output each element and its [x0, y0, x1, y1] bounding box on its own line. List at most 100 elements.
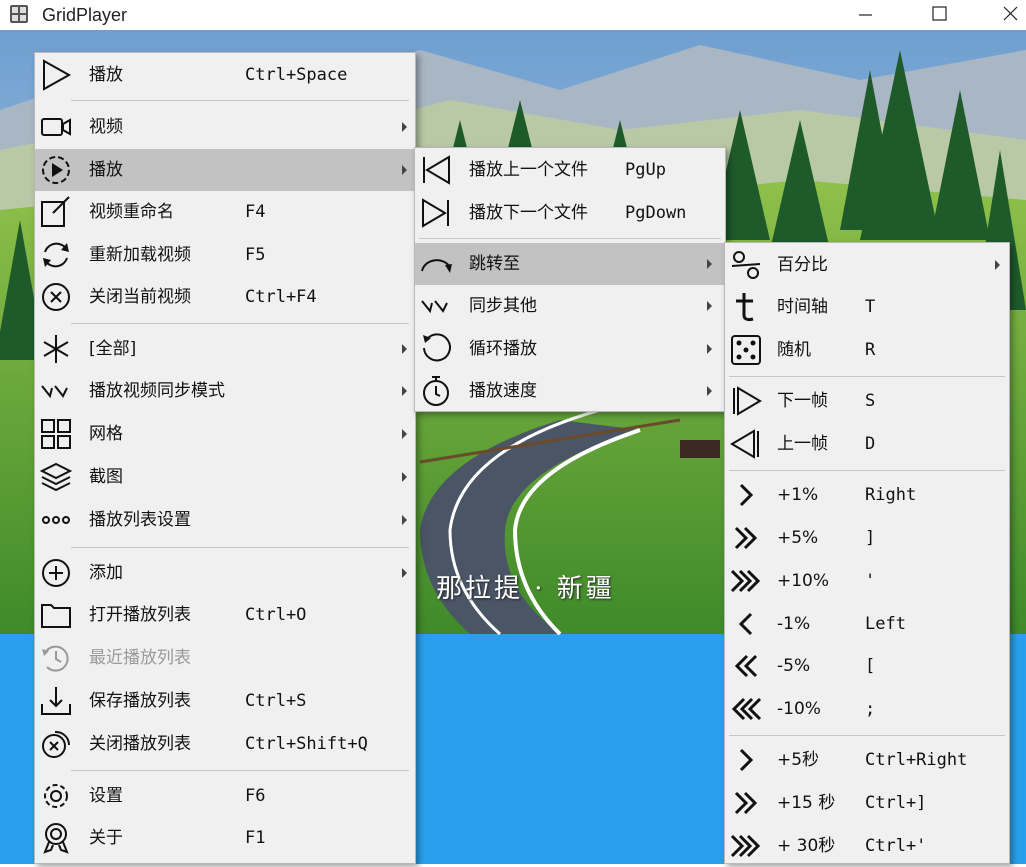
submenu-arrow-icon [707, 301, 712, 311]
sync-arrows-icon [41, 385, 68, 399]
double-chevron-right-icon [734, 791, 758, 815]
submenu-arrow-icon [402, 515, 407, 525]
menu-separator [729, 735, 1005, 736]
add-circle-icon [42, 559, 70, 587]
submenu-arrow-icon [707, 344, 712, 354]
more-dots-icon [42, 516, 70, 524]
dice-icon [731, 335, 761, 365]
menu-item-speed[interactable]: 播放速度 [415, 370, 725, 412]
title-bar: GridPlayer [0, 0, 1026, 30]
submenu-arrow-icon [402, 165, 407, 175]
video-camera-icon [41, 118, 71, 136]
asterisk-icon [43, 335, 69, 363]
layers-icon [39, 462, 73, 492]
menu-item-plus-10-percent[interactable]: +10% ' [725, 560, 1009, 602]
menu-item-plus-30-seconds[interactable]: + 30秒 Ctrl+' [725, 825, 1009, 867]
jump-to-submenu: 百分比 时间轴 T 随机 R 下一帧 S 上一帧 D +1% Right +5%… [724, 242, 1010, 864]
maximize-button[interactable] [916, 0, 962, 30]
history-clock-icon [42, 645, 69, 672]
menu-item-loop[interactable]: 循环播放 [415, 328, 725, 370]
minimize-icon [859, 14, 872, 16]
menu-item-next-frame[interactable]: 下一帧 S [725, 380, 1009, 422]
menu-item-plus-5-seconds[interactable]: +5秒 Ctrl+Right [725, 739, 1009, 781]
menu-item-recent-playlist[interactable]: 最近播放列表 [35, 637, 415, 679]
menu-item-settings[interactable]: 设置 F6 [35, 775, 415, 817]
next-frame-icon [733, 386, 762, 416]
menu-item-playback[interactable]: 播放 [35, 149, 415, 191]
menu-separator [729, 470, 1005, 471]
menu-item-prev-file[interactable]: 播放上一个文件 PgUp [415, 149, 725, 191]
menu-item-play[interactable]: 播放 Ctrl+Space [35, 54, 415, 96]
close-button[interactable] [988, 0, 1026, 30]
close-circle-icon [42, 283, 70, 311]
sync-arrows-icon [421, 300, 448, 314]
playback-submenu: 播放上一个文件 PgUp 播放下一个文件 PgDown 跳转至 同步其他 循环播… [414, 147, 726, 412]
menu-item-minus-5-percent[interactable]: -5% [ [725, 645, 1009, 687]
menu-item-percent[interactable]: 百分比 [725, 244, 1009, 286]
menu-separator [71, 100, 409, 101]
triple-chevron-right-icon [730, 834, 761, 858]
minimize-button[interactable] [842, 0, 888, 30]
menu-item-playlist-settings[interactable]: 播放列表设置 [35, 499, 415, 541]
menu-item-prev-frame[interactable]: 上一帧 D [725, 423, 1009, 465]
chevron-right-icon [739, 483, 754, 507]
menu-item-rename[interactable]: 视频重命名 F4 [35, 191, 415, 233]
menu-item-add[interactable]: 添加 [35, 552, 415, 594]
previous-frame-icon [730, 429, 759, 459]
chevron-left-icon [738, 612, 753, 636]
main-context-menu: 播放 Ctrl+Space 视频 播放 视频重命名 F4 重新加载视频 F5 关… [34, 52, 416, 864]
play-circle-icon [42, 156, 70, 184]
stopwatch-icon [423, 376, 449, 406]
menu-item-reload[interactable]: 重新加载视频 F5 [35, 234, 415, 276]
gridplayer-logo-icon [10, 5, 28, 23]
award-ribbon-icon [43, 823, 69, 854]
menu-item-plus-5-percent[interactable]: +5% ] [725, 517, 1009, 559]
menu-separator [71, 547, 409, 548]
folder-icon [41, 604, 71, 628]
menu-item-all[interactable]: [全部] [35, 328, 415, 370]
menu-item-video[interactable]: 视频 [35, 106, 415, 148]
submenu-arrow-icon [402, 122, 407, 132]
submenu-arrow-icon [707, 259, 712, 269]
triple-chevron-right-icon [730, 569, 761, 593]
menu-item-save-playlist[interactable]: 保存播放列表 Ctrl+S [35, 680, 415, 722]
grid-icon [41, 419, 71, 449]
menu-item-plus-1-percent[interactable]: +1% Right [725, 474, 1009, 516]
gear-icon [44, 784, 68, 808]
menu-item-minus-10-percent[interactable]: -10% ; [725, 688, 1009, 730]
skip-previous-icon [423, 155, 450, 185]
submenu-arrow-icon [402, 386, 407, 396]
menu-item-open-playlist[interactable]: 打开播放列表 Ctrl+O [35, 594, 415, 636]
play-icon [43, 59, 72, 91]
close-icon [1003, 6, 1018, 21]
submenu-arrow-icon [995, 260, 1000, 270]
skip-next-icon [422, 198, 449, 228]
menu-separator [71, 770, 409, 771]
menu-item-next-file[interactable]: 播放下一个文件 PgDown [415, 192, 725, 234]
menu-item-close-current[interactable]: 关闭当前视频 Ctrl+F4 [35, 276, 415, 318]
double-chevron-left-icon [734, 654, 758, 678]
menu-item-timeline[interactable]: 时间轴 T [725, 286, 1009, 328]
submenu-arrow-icon [402, 429, 407, 439]
menu-item-sync-mode[interactable]: 播放视频同步模式 [35, 370, 415, 412]
close-stack-icon [42, 730, 71, 758]
submenu-arrow-icon [707, 386, 712, 396]
menu-item-jump-to[interactable]: 跳转至 [415, 243, 725, 285]
menu-item-about[interactable]: 关于 F1 [35, 817, 415, 859]
menu-item-grid[interactable]: 网格 [35, 413, 415, 455]
menu-separator [419, 238, 721, 239]
menu-item-minus-1-percent[interactable]: -1% Left [725, 603, 1009, 645]
submenu-arrow-icon [402, 472, 407, 482]
menu-item-plus-15-seconds[interactable]: +15 秒 Ctrl+] [725, 782, 1009, 824]
save-download-icon [41, 687, 71, 715]
menu-item-sync-others[interactable]: 同步其他 [415, 285, 725, 327]
menu-item-screenshot[interactable]: 截图 [35, 456, 415, 498]
menu-item-random[interactable]: 随机 R [725, 329, 1009, 371]
chevron-right-icon [739, 748, 754, 772]
jump-arc-icon [421, 259, 452, 273]
menu-separator [729, 376, 1005, 377]
percent-icon [731, 251, 761, 279]
video-caption: 那拉提 · 新疆 [436, 574, 615, 604]
triple-chevron-left-icon [731, 697, 762, 721]
menu-item-close-playlist[interactable]: 关闭播放列表 Ctrl+Shift+Q [35, 723, 415, 765]
